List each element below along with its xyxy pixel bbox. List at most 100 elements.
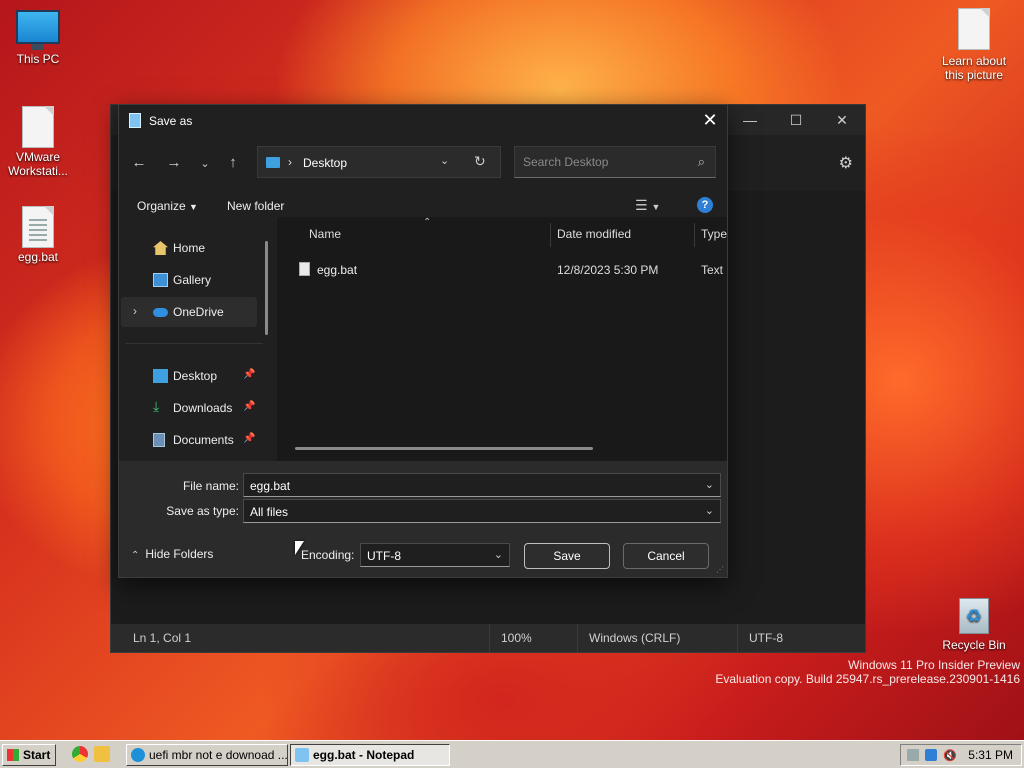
nav-label: Documents <box>173 433 234 447</box>
nav-label: OneDrive <box>173 305 224 319</box>
encoding-select[interactable]: UTF-8 ⌄ <box>360 543 510 567</box>
chevron-up-icon: ⌃ <box>131 550 140 561</box>
minimize-icon[interactable]: — <box>727 105 773 135</box>
nav-divider <box>125 343 263 344</box>
new-folder-button[interactable]: New folder <box>227 199 284 213</box>
desktop-icon-recycle-bin[interactable]: ♻ Recycle Bin <box>936 598 1012 652</box>
dialog-footer: File name: egg.bat ⌄ Save as type: All f… <box>119 461 727 577</box>
horizontal-scrollbar[interactable] <box>295 447 593 450</box>
save-type-label: Save as type: <box>166 504 239 518</box>
nav-item-documents[interactable]: Documents 📌 <box>121 425 257 455</box>
back-arrow-icon[interactable]: ← <box>129 154 149 171</box>
settings-gear-icon[interactable]: ⚙ <box>839 153 853 173</box>
nav-label: Home <box>173 241 206 255</box>
search-box[interactable]: ⌕ <box>514 146 716 178</box>
nav-scrollbar[interactable] <box>265 241 268 335</box>
desktop-icon-learn-about-picture[interactable]: Learn about this picture <box>936 8 1012 82</box>
nav-label: Desktop <box>173 369 218 383</box>
watermark-line1: Windows 11 Pro Insider Preview <box>848 658 1020 672</box>
chevron-down-icon[interactable]: ⌄ <box>494 548 503 561</box>
task-label: egg.bat - Notepad <box>313 748 415 762</box>
chevron-down-icon[interactable]: ⌄ <box>705 478 714 491</box>
hide-folders-button[interactable]: ⌃ Hide Folders <box>131 547 213 561</box>
desktop-icon-egg-bat[interactable]: egg.bat <box>0 206 76 264</box>
batch-file-icon <box>22 206 54 248</box>
column-divider[interactable] <box>550 223 551 247</box>
file-name-field[interactable]: egg.bat ⌄ <box>243 473 721 497</box>
encoding-value: UTF-8 <box>367 549 401 563</box>
shortcut-file-icon <box>22 106 54 148</box>
nav-label: Gallery <box>173 273 212 287</box>
desktop-folder-icon <box>266 157 280 168</box>
column-header-name[interactable]: Name <box>309 227 341 241</box>
pin-icon: 📌 <box>243 433 256 444</box>
organize-button[interactable]: Organize ▼ <box>137 199 198 213</box>
search-input[interactable] <box>523 155 683 169</box>
desktop-icon-vmware[interactable]: VMware Workstati... <box>0 106 76 178</box>
file-date: 12/8/2023 5:30 PM <box>557 263 659 277</box>
nav-item-home[interactable]: Home <box>121 233 257 263</box>
nav-item-gallery[interactable]: Gallery <box>121 265 257 295</box>
system-tray: 🔇 5:31 PM <box>900 744 1022 766</box>
line-ending: Windows (CRLF) <box>589 631 681 645</box>
taskbar-task-notepad[interactable]: egg.bat - Notepad <box>290 744 450 766</box>
resize-grip-icon[interactable]: ⋰ <box>716 565 724 574</box>
download-arrow-icon: ⤓ <box>153 398 160 414</box>
save-button[interactable]: Save <box>524 543 610 569</box>
security-shield-icon[interactable] <box>925 749 937 761</box>
chrome-icon[interactable] <box>72 746 88 762</box>
desktop-icon-label: Recycle Bin <box>942 638 1006 652</box>
desktop-icon-this-pc[interactable]: This PC <box>0 10 76 66</box>
chevron-down-icon[interactable]: ⌄ <box>705 504 714 517</box>
nav-item-desktop[interactable]: Desktop 📌 <box>121 361 257 391</box>
start-button[interactable]: Start <box>2 744 56 766</box>
file-list: ⌃ Name Date modified Type egg.bat 12/8/2… <box>277 217 727 461</box>
file-explorer-icon[interactable] <box>94 746 110 762</box>
column-divider[interactable] <box>694 223 695 247</box>
nav-item-onedrive[interactable]: › OneDrive <box>121 297 257 327</box>
status-encoding: UTF-8 <box>749 631 783 645</box>
forward-arrow-icon[interactable]: → <box>164 154 184 171</box>
column-header-type[interactable]: Type <box>701 227 727 241</box>
file-name-value: egg.bat <box>250 479 291 493</box>
help-icon[interactable]: ? <box>697 197 713 213</box>
volume-muted-icon[interactable]: 🔇 <box>943 749 957 762</box>
desktop-folder-icon <box>153 369 168 383</box>
taskbar-task-browser[interactable]: uefi mbr not e downoad ... <box>126 744 288 766</box>
file-type: Text Document <box>701 263 727 277</box>
search-icon[interactable]: ⌕ <box>698 154 705 170</box>
onedrive-cloud-icon <box>153 308 168 317</box>
clock[interactable]: 5:31 PM <box>968 748 1013 762</box>
close-icon[interactable]: ✕ <box>819 105 865 135</box>
breadcrumb-location[interactable]: Desktop <box>303 156 347 170</box>
recent-locations-chevron-icon[interactable]: ⌄ <box>195 157 215 170</box>
view-options-icon[interactable]: ☰ ▼ <box>635 197 660 214</box>
save-as-dialog: Save as ✕ ← → ⌄ ↑ › Desktop ⌄ ↻ ⌕ Organi… <box>118 104 728 578</box>
file-name-label: File name: <box>182 479 239 493</box>
home-icon <box>153 241 168 255</box>
file-row[interactable]: egg.bat 12/8/2023 5:30 PM Text Document <box>295 257 727 285</box>
refresh-icon[interactable]: ↻ <box>474 153 486 170</box>
breadcrumb-chevron-icon: › <box>288 155 292 169</box>
column-header-date-modified[interactable]: Date modified <box>557 227 631 241</box>
monitor-icon <box>16 10 60 50</box>
address-bar[interactable]: › Desktop ⌄ ↻ <box>257 146 501 178</box>
maximize-icon[interactable]: ☐ <box>773 105 819 135</box>
cancel-button[interactable]: Cancel <box>623 543 709 569</box>
close-icon[interactable]: ✕ <box>693 105 727 135</box>
nav-item-downloads[interactable]: ⤓ Downloads 📌 <box>121 393 257 423</box>
window-controls: — ☐ ✕ <box>727 105 865 135</box>
chevron-right-icon[interactable]: › <box>133 304 137 318</box>
hide-folders-label: Hide Folders <box>145 547 214 561</box>
save-type-value: All files <box>250 505 289 519</box>
zoom-level: 100% <box>501 631 532 645</box>
network-icon[interactable] <box>907 749 919 761</box>
chevron-down-icon[interactable]: ⌄ <box>440 154 449 167</box>
desktop-icon-label: VMware Workstati... <box>8 150 68 178</box>
dialog-titlebar[interactable]: Save as ✕ <box>119 105 727 137</box>
cursor-position: Ln 1, Col 1 <box>133 631 192 645</box>
desktop-icon-label: This PC <box>16 52 60 66</box>
up-arrow-icon[interactable]: ↑ <box>223 154 243 171</box>
save-type-select[interactable]: All files ⌄ <box>243 499 721 523</box>
notepad-icon <box>295 748 309 762</box>
